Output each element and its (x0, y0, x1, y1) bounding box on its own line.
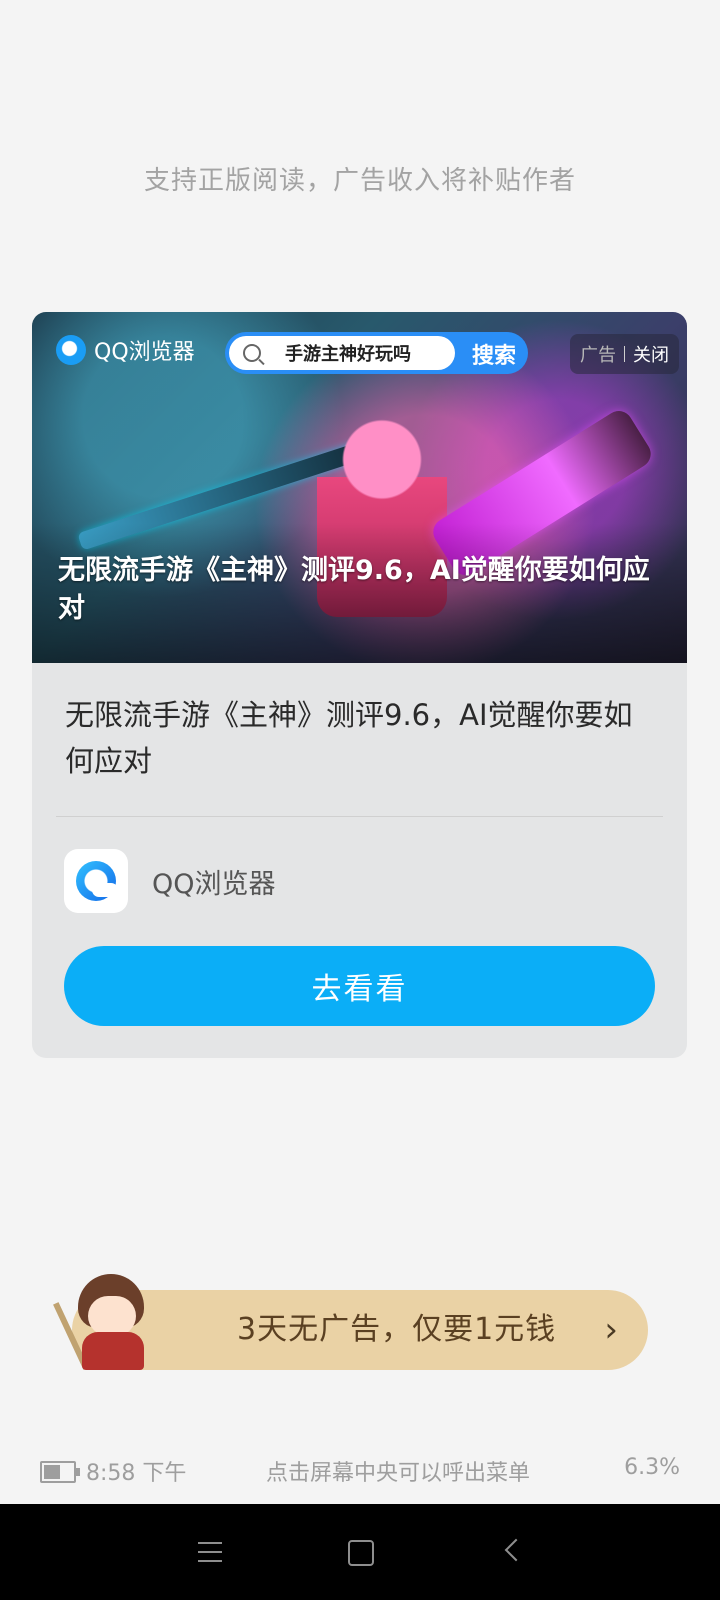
ad-tag: 广告 关闭 (570, 334, 679, 374)
ad-tag-divider (624, 346, 625, 362)
battery-icon (40, 1461, 80, 1483)
go-see-button[interactable]: 去看看 (64, 946, 655, 1026)
advertiser-name: QQ浏览器 (152, 868, 276, 900)
menu-icon-line (198, 1542, 222, 1544)
banner-search-query: 手游主神好玩吗 (285, 344, 411, 365)
chevron-right-icon: › (604, 1310, 618, 1350)
reading-progress: 6.3% (624, 1455, 680, 1480)
mascot-body (82, 1332, 144, 1370)
mascot-character-icon (48, 1270, 158, 1370)
ad-title[interactable]: 无限流手游《主神》测评9.6，AI觉醒你要如何应对 (65, 692, 650, 784)
system-nav-bar (0, 1504, 720, 1600)
qq-browser-app-icon (64, 849, 128, 913)
banner-brand-label: QQ浏览器 (94, 340, 195, 365)
support-notice: 支持正版阅读，广告收入将补贴作者 (143, 166, 576, 196)
menu-hint: 点击屏幕中央可以呼出菜单 (266, 1461, 531, 1486)
menu-icon-line (198, 1551, 222, 1553)
reader-page[interactable]: 支持正版阅读，广告收入将补贴作者 QQ浏览器 手游主神好玩吗 搜索 广告 关闭 … (0, 0, 720, 1600)
ad-divider (56, 816, 663, 817)
ad-close-button[interactable]: 关闭 (633, 341, 669, 367)
remove-ads-promo-button[interactable]: 3天无广告，仅要1元钱 › (72, 1290, 648, 1370)
banner-brand: QQ浏览器 (56, 334, 195, 366)
reader-status-bar: 8:58 下午 点击屏幕中央可以呼出菜单 6.3% (0, 1455, 720, 1495)
menu-icon-line (198, 1560, 222, 1562)
search-icon (243, 344, 261, 362)
qq-browser-logo-icon (76, 861, 118, 901)
banner-search-bar: 手游主神好玩吗 搜索 (225, 332, 528, 374)
banner-headline: 无限流手游《主神》测评9.6，AI觉醒你要如何应对 (58, 555, 650, 624)
qq-browser-icon (56, 335, 86, 365)
back-icon[interactable] (504, 1538, 528, 1562)
promo-text: 3天无广告，仅要1元钱 (237, 1312, 557, 1347)
ad-banner-image[interactable]: QQ浏览器 手游主神好玩吗 搜索 广告 关闭 无限流手游《主神》测评9.6，AI… (32, 312, 687, 663)
menu-icon[interactable] (198, 1542, 222, 1562)
advertiser-row[interactable]: QQ浏览器 (64, 849, 276, 913)
banner-search-box: 手游主神好玩吗 (229, 336, 455, 370)
banner-search-button: 搜索 (471, 344, 516, 369)
ad-label: 广告 (580, 345, 616, 366)
mascot-face (88, 1296, 136, 1336)
ad-card[interactable]: QQ浏览器 手游主神好玩吗 搜索 广告 关闭 无限流手游《主神》测评9.6，AI… (32, 312, 687, 1058)
status-time: 8:58 下午 (86, 1461, 187, 1486)
home-icon[interactable] (348, 1540, 374, 1566)
